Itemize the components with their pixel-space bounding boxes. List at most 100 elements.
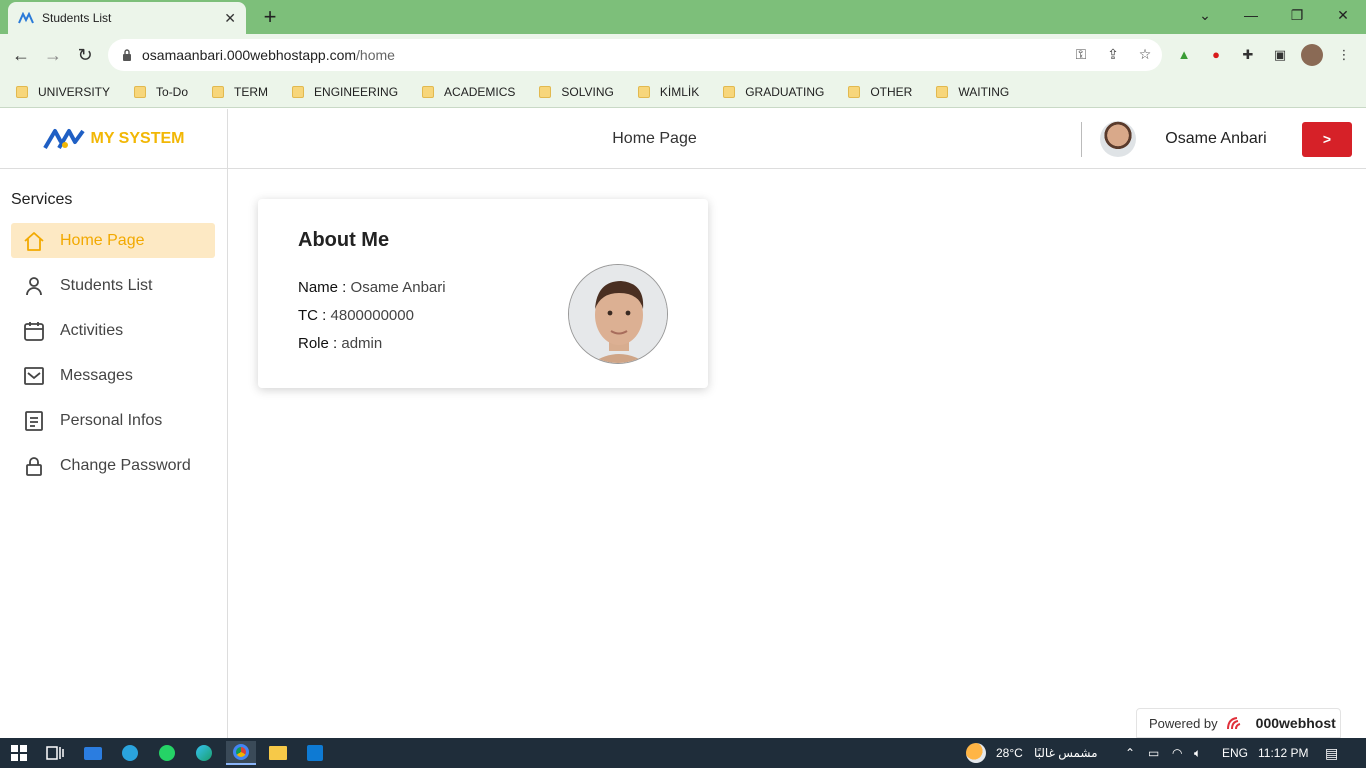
language-indicator[interactable]: ENG — [1222, 738, 1248, 768]
chrome-menu-icon[interactable]: ⋮ — [1333, 44, 1355, 66]
folder-icon — [134, 85, 147, 98]
lock-icon — [23, 455, 45, 477]
close-window-button[interactable]: ✕ — [1320, 4, 1366, 26]
avatar[interactable] — [1100, 121, 1136, 157]
profile-avatar[interactable] — [1301, 44, 1323, 66]
forward-icon[interactable]: → — [40, 42, 66, 68]
opera-extension-icon[interactable]: ● — [1205, 44, 1227, 66]
back-icon[interactable]: ← — [8, 42, 34, 68]
bookmark-label: KİMLİK — [659, 84, 700, 99]
sidebar-item-home[interactable]: Home Page — [11, 223, 215, 258]
app-header: MY SYSTEM Home Page Osame Anbari > — [0, 109, 1366, 169]
clock[interactable]: 11:12 PM — [1258, 738, 1308, 768]
folder-icon — [848, 85, 861, 98]
bookmark-folder[interactable]: WAITING — [930, 85, 1009, 99]
bookmark-folder[interactable]: UNIVERSITY — [10, 85, 110, 99]
bookmark-star-icon[interactable]: ☆ — [1136, 45, 1154, 63]
bookmark-folder[interactable]: SOLVING — [533, 85, 614, 99]
show-hidden-icons-icon[interactable]: ⌃ — [1125, 738, 1135, 768]
document-icon — [23, 410, 45, 432]
bookmark-folder[interactable]: TERM — [206, 85, 268, 99]
sidebar-item-personal-infos[interactable]: Personal Infos — [11, 403, 215, 438]
bookmark-label: WAITING — [958, 84, 1010, 99]
reload-icon[interactable]: ↻ — [72, 42, 98, 68]
sidebar-item-activities[interactable]: Activities — [11, 313, 215, 348]
bookmark-folder[interactable]: To-Do — [128, 85, 188, 99]
site-favicon-icon — [18, 12, 34, 24]
powered-by-label: Powered by — [1149, 715, 1218, 731]
info-tc: TC : 4800000000 — [298, 307, 414, 324]
sidebar-item-change-password[interactable]: Change Password — [11, 448, 215, 483]
folder-icon — [292, 85, 305, 98]
about-me-card: About Me Name : Osame Anbari TC : 480000… — [258, 199, 708, 388]
side-panel-icon[interactable]: ▣ — [1269, 44, 1291, 66]
info-name: Name : Osame Anbari — [298, 279, 446, 296]
powered-by-badge[interactable]: Powered by 000webhost — [1136, 708, 1341, 738]
new-tab-button[interactable]: + — [258, 4, 282, 30]
whatsapp-icon[interactable] — [152, 741, 182, 765]
info-role: Role : admin — [298, 335, 382, 352]
logout-button[interactable]: > — [1302, 122, 1352, 157]
edge-icon[interactable] — [189, 741, 219, 765]
sidebar-title: Services — [11, 191, 73, 208]
wifi-icon[interactable]: ◠ — [1172, 738, 1182, 768]
folder-icon — [16, 85, 28, 98]
browser-tab[interactable]: Students List ✕ — [8, 2, 246, 34]
browser-tab-bar: Students List ✕ + ⌄ — ❐ ✕ — [0, 0, 1366, 34]
bookmark-folder[interactable]: KİMLİK — [632, 85, 699, 99]
battery-icon[interactable]: ▭ — [1148, 738, 1159, 768]
bookmarks-bar: UNIVERSITY To-Do TERM ENGINEERING ACADEM… — [0, 76, 1366, 108]
folder-icon — [723, 85, 736, 98]
task-view-icon[interactable] — [40, 741, 70, 765]
host-brand: 000webhost — [1255, 715, 1336, 731]
file-explorer-icon[interactable] — [263, 741, 293, 765]
windows-start-icon[interactable] — [4, 741, 34, 765]
role-label: Role : — [298, 335, 338, 352]
chrome-icon[interactable] — [226, 741, 256, 765]
main-content: About Me Name : Osame Anbari TC : 480000… — [229, 169, 1366, 738]
vscode-icon[interactable] — [300, 741, 330, 765]
mail-app-icon[interactable] — [78, 741, 108, 765]
card-title: About Me — [298, 229, 390, 251]
bookmark-folder[interactable]: ACADEMICS — [416, 85, 515, 99]
tab-title: Students List — [42, 11, 112, 25]
weather-icon[interactable] — [966, 738, 988, 768]
sidebar-item-label: Messages — [60, 366, 133, 384]
folder-icon — [637, 85, 650, 98]
tab-close-icon[interactable]: ✕ — [224, 10, 236, 27]
telegram-icon[interactable] — [115, 741, 145, 765]
tc-value: 4800000000 — [330, 307, 414, 324]
role-value: admin — [341, 335, 383, 352]
sidebar-item-students-list[interactable]: Students List — [11, 268, 215, 303]
windows-taskbar: 28°C مشمس غالبًا ⌃ ▭ ◠ 🔈︎ ENG 11:12 PM ▤ — [0, 738, 1366, 768]
user-icon — [23, 275, 45, 297]
extensions-puzzle-icon[interactable]: ✚ — [1237, 44, 1259, 66]
address-bar[interactable]: osamaanbari.000webhostapp.com/home ⚿ ⇪ ☆ — [108, 39, 1162, 71]
volume-icon[interactable]: 🔈︎ — [1194, 738, 1201, 768]
tab-search-icon[interactable]: ⌄ — [1182, 4, 1228, 26]
bookmark-label: TERM — [234, 84, 269, 99]
extension-drive-icon[interactable]: ▲ — [1173, 44, 1195, 66]
logo-icon — [42, 129, 85, 150]
folder-icon — [936, 85, 949, 98]
share-icon[interactable]: ⇪ — [1104, 45, 1122, 63]
restore-button[interactable]: ❐ — [1274, 4, 1320, 26]
bookmark-folder[interactable]: GRADUATING — [717, 85, 824, 99]
bookmark-label: ENGINEERING — [314, 84, 399, 99]
sidebar-item-label: Personal Infos — [60, 411, 163, 429]
folder-icon — [212, 85, 225, 98]
home-icon — [23, 230, 45, 252]
minimize-button[interactable]: — — [1228, 4, 1274, 26]
bookmark-folder[interactable]: OTHER — [842, 85, 912, 99]
key-icon[interactable]: ⚿ — [1072, 45, 1090, 63]
tc-label: TC : — [298, 307, 327, 324]
bookmark-folder[interactable]: ENGINEERING — [286, 85, 398, 99]
brand-logo[interactable]: MY SYSTEM — [0, 109, 228, 169]
page-title: Home Page — [612, 130, 697, 147]
bookmark-label: UNIVERSITY — [38, 84, 111, 99]
notifications-icon[interactable]: ▤ — [1325, 738, 1338, 768]
sidebar-item-messages[interactable]: Messages — [11, 358, 215, 393]
folder-icon — [539, 85, 552, 98]
weather-temp[interactable]: 28°C — [996, 738, 1023, 768]
bookmark-label: GRADUATING — [745, 84, 825, 99]
